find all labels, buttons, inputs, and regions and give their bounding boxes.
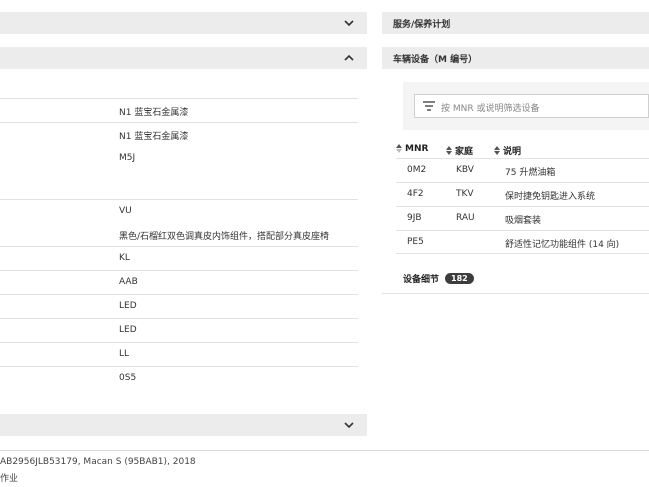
equipment-details-link[interactable]: 设备细节 182 [403,272,474,285]
column-header-mnr[interactable]: MNR [396,144,428,154]
column-label: 说明 [503,147,522,157]
cell-description: 75 升燃油箱 [505,168,556,178]
column-header-family[interactable]: 家庭 [446,144,473,157]
list-item: N1 蓝宝石金属漆 [0,98,358,122]
divider [0,450,649,451]
footer-label: 作业 [0,474,19,484]
section-title: 服务/保养计划 [393,19,451,30]
column-header-description[interactable]: 说明 [494,144,521,157]
row-value: KL [119,253,130,263]
expanded-section-header[interactable] [0,47,367,69]
table-row[interactable]: 9JB RAU 吸烟套装 [396,206,649,230]
cell-description: 保时捷免钥匙进入系统 [505,192,596,202]
table-row[interactable]: PE5 舒适性记忆功能组件 (14 向) [396,230,649,254]
row-value: N1 蓝宝石金属漆 [119,132,189,142]
sort-icon [446,145,453,156]
table-row[interactable]: 4F2 TKV 保时捷免钥匙进入系统 [396,182,649,206]
collapsed-section-header[interactable] [0,12,367,34]
chevron-down-icon[interactable] [343,17,355,29]
row-value: LED [119,325,137,335]
count-badge: 182 [445,273,474,284]
list-item: KL [0,246,358,270]
service-plan-header[interactable]: 服务/保养计划 [382,12,649,34]
equipment-filter-input[interactable]: 按 MNR 或说明筛选设备 [414,94,649,118]
row-value: N1 蓝宝石金属漆 [119,108,189,118]
filter-icon [423,101,435,111]
cell-description: 吸烟套装 [505,216,542,226]
column-label: 家庭 [455,147,474,157]
list-item: VU 黑色/石榴红双色调真皮内饰组件，搭配部分真皮座椅 [0,199,358,246]
section-title: 车辆设备（M 编号） [393,54,478,65]
table-row[interactable]: 0M2 KBV 75 升燃油箱 [396,158,649,182]
row-value: VU [119,206,132,216]
cell-description: 舒适性记忆功能组件 (14 向) [505,240,620,250]
list-item: 0S5 [0,366,358,408]
cell-family: TKV [456,189,474,199]
row-value: 0S5 [119,373,137,383]
list-item: AAB [0,270,358,294]
cell-mnr: 9JB [407,213,422,223]
list-item: LL [0,342,358,366]
collapsed-section-header[interactable] [0,414,367,436]
row-value: AAB [119,277,138,287]
cell-mnr: PE5 [407,237,424,247]
cell-family: RAU [456,213,475,223]
sort-icon [494,145,501,156]
details-label: 设备细节 [403,275,440,285]
vehicle-details-list: N1 蓝宝石金属漆 N1 蓝宝石金属漆 M5J VU 黑色/石榴红双色调真皮内饰… [0,98,358,408]
row-value-secondary: M5J [119,153,136,163]
vehicle-info: AB2956JLB53179, Macan S (95BAB1), 2018 [0,457,196,467]
list-item: LED [0,318,358,342]
column-label: MNR [405,144,429,154]
cell-family: KBV [456,165,474,175]
equipment-header[interactable]: 车辆设备（M 编号） [382,47,649,69]
row-value-secondary: 黑色/石榴红双色调真皮内饰组件，搭配部分真皮座椅 [119,232,330,242]
row-value: LED [119,301,137,311]
chevron-down-icon[interactable] [343,419,355,431]
row-value: LL [119,349,130,359]
divider [382,293,649,294]
cell-mnr: 4F2 [407,189,424,199]
sort-icon [396,144,403,154]
filter-placeholder: 按 MNR 或说明筛选设备 [441,104,540,114]
cell-mnr: 0M2 [407,165,427,175]
list-item: LED [0,294,358,318]
chevron-up-icon[interactable] [343,52,355,64]
list-item: N1 蓝宝石金属漆 M5J [0,122,358,199]
